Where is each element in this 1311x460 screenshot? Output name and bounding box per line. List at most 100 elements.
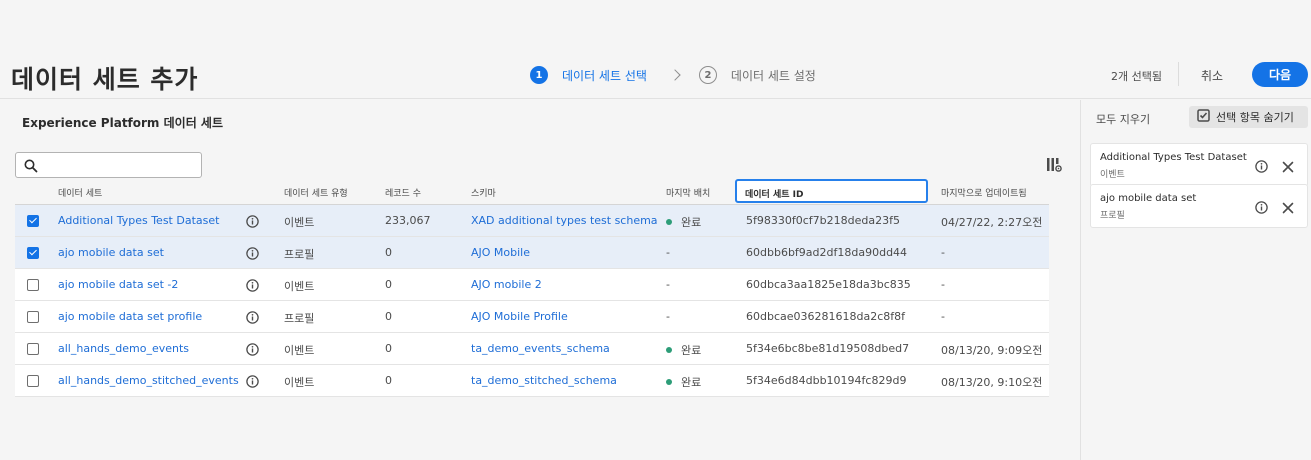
- info-icon[interactable]: [246, 341, 259, 360]
- search-input[interactable]: [44, 156, 194, 174]
- row-checkbox[interactable]: [27, 215, 39, 227]
- last-batch-status: -: [666, 310, 670, 323]
- dataset-name-link[interactable]: all_hands_demo_stitched_events: [58, 374, 239, 387]
- step-2-number: 2: [698, 66, 717, 84]
- record-count: 0: [385, 246, 392, 259]
- dataset-name-link[interactable]: Additional Types Test Dataset: [58, 214, 219, 227]
- schema-link[interactable]: AJO Mobile: [471, 246, 530, 259]
- last-updated: -: [941, 246, 945, 259]
- record-count: 0: [385, 342, 392, 355]
- page-title: 데이터 세트 추가: [11, 65, 199, 94]
- clear-all-button[interactable]: 모두 지우기: [1096, 111, 1150, 127]
- close-icon[interactable]: [1282, 199, 1294, 218]
- selected-count: 2개 선택됨: [1111, 70, 1162, 83]
- dataset-type: 프로필: [284, 312, 315, 325]
- dataset-type: 이벤트: [284, 376, 315, 389]
- column-header-last-batch[interactable]: 마지막 배치: [666, 186, 710, 199]
- stepper: 1 데이터 세트 선택 2 데이터 세트 설정: [530, 66, 816, 84]
- table-row[interactable]: ajo mobile data set -2 이벤트 0 AJO mobile 2 - 6…: [15, 269, 1049, 301]
- table-body: Additional Types Test Dataset 이벤트 233,067 X…: [15, 205, 1049, 397]
- row-checkbox[interactable]: [27, 247, 39, 259]
- last-batch-status: 완료: [666, 214, 701, 230]
- cancel-button[interactable]: 취소: [1201, 67, 1223, 84]
- success-status-dot-icon: [666, 219, 672, 225]
- header-divider: [1178, 62, 1179, 86]
- last-batch-status: -: [666, 246, 670, 259]
- checkbox-list-icon: [1197, 109, 1210, 125]
- row-checkbox[interactable]: [27, 343, 39, 355]
- close-icon[interactable]: [1282, 158, 1294, 177]
- schema-link[interactable]: XAD additional types test schema: [471, 214, 658, 227]
- info-icon[interactable]: [246, 309, 259, 328]
- column-header-dataset[interactable]: 데이터 세트: [58, 186, 102, 199]
- info-icon[interactable]: [1255, 199, 1268, 218]
- table-row[interactable]: all_hands_demo_events 이벤트 0 ta_demo_events_…: [15, 333, 1049, 365]
- table-row[interactable]: ajo mobile data set 프로필 0 AJO Mobile - 60dbb6…: [15, 237, 1049, 269]
- last-updated: 08/13/20, 9:09오전: [941, 344, 1043, 357]
- success-status-dot-icon: [666, 379, 672, 385]
- last-updated: 04/27/22, 2:27오전: [941, 216, 1043, 229]
- dataset-type: 프로필: [284, 248, 315, 261]
- info-icon[interactable]: [246, 245, 259, 264]
- column-header-records[interactable]: 레코드 수: [385, 186, 421, 199]
- search-box[interactable]: [15, 152, 202, 178]
- dataset-id: 60dbb6bf9ad2df18da90dd44: [746, 246, 908, 259]
- info-icon[interactable]: [246, 373, 259, 392]
- datasets-table: 데이터 세트 데이터 세트 유형 레코드 수 스키마 마지막 배치 데이터 세트…: [15, 177, 1049, 397]
- dataset-name-link[interactable]: all_hands_demo_events: [58, 342, 189, 355]
- info-icon[interactable]: [1255, 158, 1268, 177]
- schema-link[interactable]: AJO mobile 2: [471, 278, 542, 291]
- step-2-label[interactable]: 데이터 세트 설정: [731, 67, 816, 84]
- column-settings-icon[interactable]: [1046, 157, 1062, 177]
- schema-link[interactable]: AJO Mobile Profile: [471, 310, 568, 323]
- dataset-id: 5f98330f0cf7b218deda23f5: [746, 214, 900, 227]
- search-icon: [24, 158, 38, 177]
- row-checkbox[interactable]: [27, 311, 39, 323]
- dataset-id: 5f34e6d84dbb10194fc829d9: [746, 374, 907, 387]
- selected-dataset-name: Additional Types Test Dataset: [1100, 152, 1247, 163]
- column-header-schema[interactable]: 스키마: [471, 186, 496, 199]
- chevron-right-icon: [669, 69, 681, 81]
- last-batch-label: 완료: [681, 376, 702, 389]
- dataset-name-link[interactable]: ajo mobile data set -2: [58, 278, 178, 291]
- row-checkbox[interactable]: [27, 279, 39, 291]
- last-batch-status: 완료: [666, 342, 701, 358]
- table-row[interactable]: Additional Types Test Dataset 이벤트 233,067 X…: [15, 205, 1049, 237]
- last-batch-label: -: [666, 246, 670, 259]
- hide-selected-button[interactable]: 선택 항목 숨기기: [1189, 106, 1308, 128]
- record-count: 233,067: [385, 214, 431, 227]
- info-icon[interactable]: [246, 277, 259, 296]
- header: 데이터 세트 추가 1 데이터 세트 선택 2 데이터 세트 설정 2개 선택됨…: [0, 0, 1311, 99]
- table-row[interactable]: all_hands_demo_stitched_events 이벤트 0 ta_dem…: [15, 365, 1049, 397]
- last-batch-status: 완료: [666, 374, 701, 390]
- selected-dataset-type: 이벤트: [1100, 170, 1125, 180]
- last-batch-label: -: [666, 310, 670, 323]
- dataset-name-link[interactable]: ajo mobile data set: [58, 246, 164, 259]
- next-button[interactable]: 다음: [1252, 62, 1308, 87]
- selected-dataset-card: ajo mobile data set 프로필: [1090, 184, 1308, 228]
- column-header-dataset-id[interactable]: 데이터 세트 ID: [735, 179, 928, 203]
- schema-link[interactable]: ta_demo_stitched_schema: [471, 374, 617, 387]
- record-count: 0: [385, 310, 392, 323]
- row-checkbox[interactable]: [27, 375, 39, 387]
- last-batch-label: -: [666, 278, 670, 291]
- last-updated: -: [941, 310, 945, 323]
- step-1-number: 1: [530, 66, 548, 84]
- step-1-label[interactable]: 데이터 세트 선택: [562, 67, 647, 84]
- dataset-type: 이벤트: [284, 344, 315, 357]
- schema-link[interactable]: ta_demo_events_schema: [471, 342, 610, 355]
- info-icon[interactable]: [246, 213, 259, 232]
- main-content: Experience Platform 데이터 세트 데이터 세트 데이터 세트…: [0, 100, 1080, 460]
- column-header-type[interactable]: 데이터 세트 유형: [284, 186, 348, 199]
- record-count: 0: [385, 374, 392, 387]
- dataset-id: 5f34e6bc8be81d19508dbed7: [746, 342, 910, 355]
- table-row[interactable]: ajo mobile data set profile 프로필 0 AJO Mobil…: [15, 301, 1049, 333]
- dataset-type: 이벤트: [284, 216, 315, 229]
- dataset-name-link[interactable]: ajo mobile data set profile: [58, 310, 202, 323]
- last-updated: -: [941, 278, 945, 291]
- column-header-last-updated[interactable]: 마지막으로 업데이트됨: [941, 186, 1027, 199]
- dataset-id: 60dbcae036281618da2c8f8f: [746, 310, 906, 323]
- hide-selected-label: 선택 항목 숨기기: [1216, 111, 1294, 124]
- section-title: Experience Platform 데이터 세트: [22, 116, 223, 130]
- dataset-id: 60dbca3aa1825e18da3bc835: [746, 278, 911, 291]
